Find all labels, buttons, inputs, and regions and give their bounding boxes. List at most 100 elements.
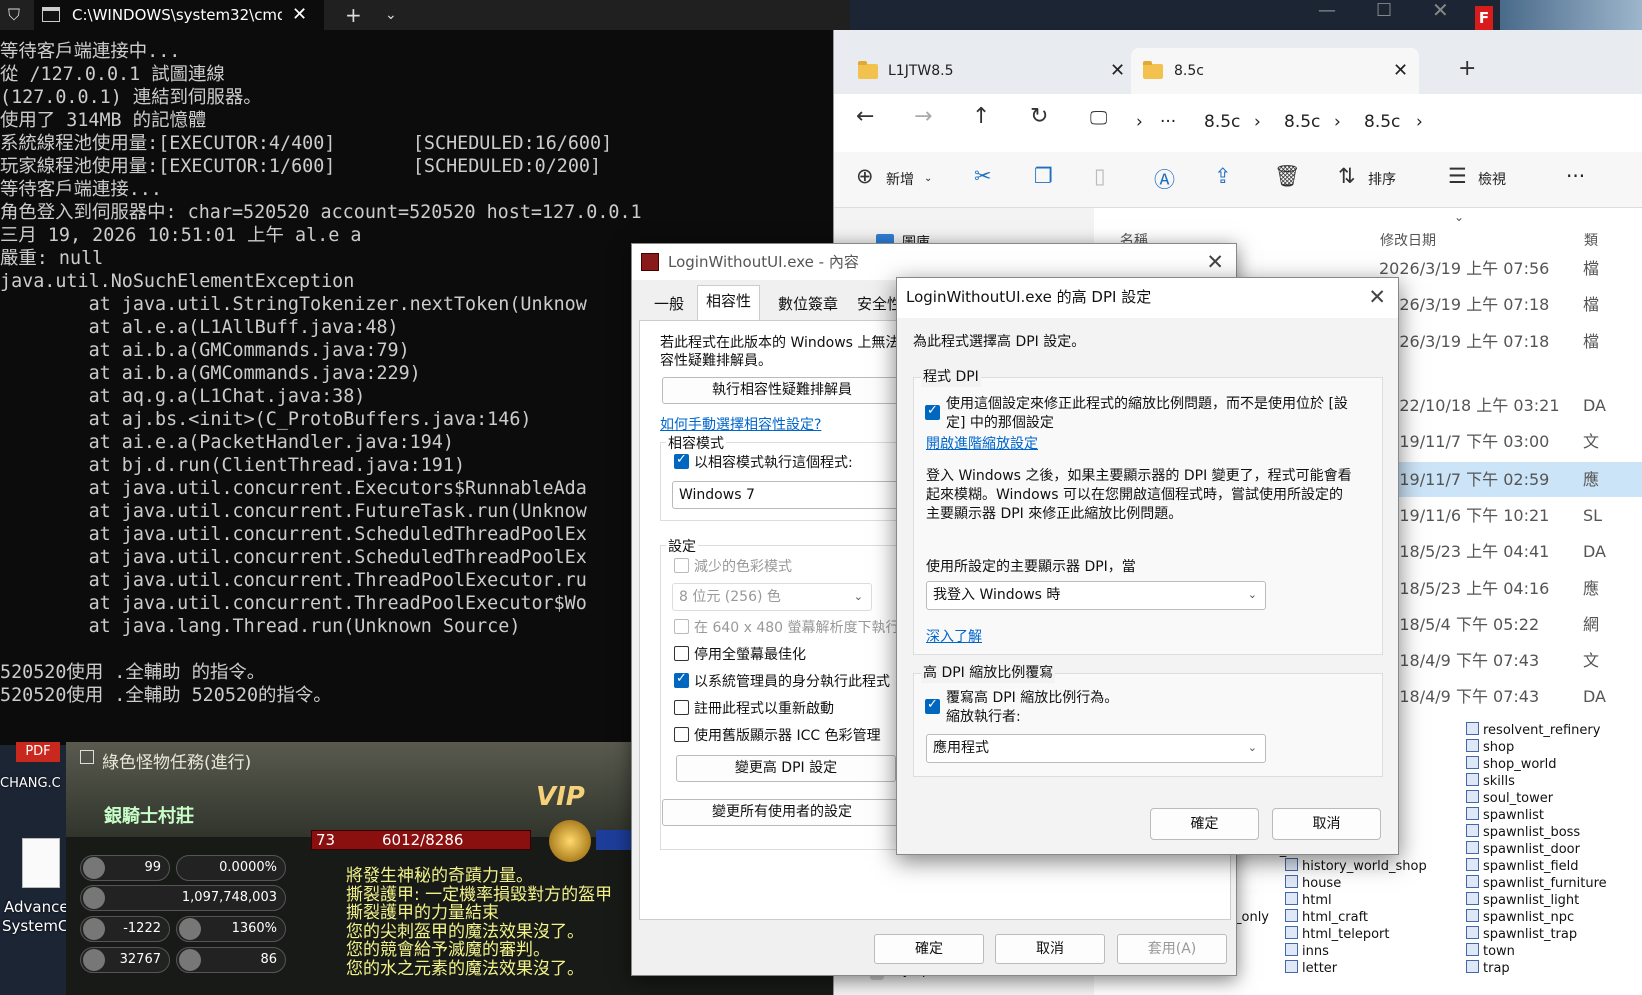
stat-pill: 1,097,748,003	[80, 885, 286, 911]
sort-button[interactable]: 排序	[1368, 169, 1396, 189]
learn-more-link[interactable]: 深入了解	[926, 626, 982, 646]
forward-arrow-icon[interactable]: →	[914, 104, 932, 129]
ok-button[interactable]: 確定	[874, 934, 984, 964]
tab-general[interactable]: 一般	[646, 289, 692, 319]
tray-app-icon[interactable]: F	[1475, 6, 1493, 30]
close-window-icon[interactable]: ✕	[1432, 0, 1449, 22]
cancel-button[interactable]: 取消	[1272, 808, 1381, 840]
close-tab-icon[interactable]: ✕	[1393, 48, 1408, 94]
new-tab-icon[interactable]: +	[1458, 56, 1476, 81]
list-item[interactable]: spawnlist_npc	[1466, 909, 1574, 925]
minimize-icon[interactable]: —	[1318, 0, 1336, 21]
list-item[interactable]: trap	[1466, 960, 1510, 976]
list-item[interactable]: soul_tower	[1466, 790, 1553, 806]
quest-tracker[interactable]: 綠色怪物任務(進行)	[102, 748, 251, 773]
new-button[interactable]: 新增	[886, 169, 914, 189]
column-header-type[interactable]: 類	[1584, 230, 1598, 250]
breadcrumb-item[interactable]: 8.5c	[1364, 112, 1400, 132]
list-item[interactable]: letter	[1285, 960, 1337, 976]
list-item[interactable]: spawnlist_boss	[1466, 824, 1580, 840]
explorer-tab-active[interactable]: 8.5c ✕	[1131, 48, 1419, 94]
terminal-line: at bj.d.run(ClientThread.java:191)	[0, 455, 466, 476]
list-item[interactable]: spawnlist	[1466, 807, 1544, 823]
change-all-users-button[interactable]: 變更所有使用者的設定	[662, 799, 902, 826]
chevron-right-icon[interactable]: ›	[1416, 112, 1423, 132]
stat-icon	[83, 918, 105, 940]
disable-fullscreen-checkbox[interactable]	[674, 646, 689, 661]
list-item[interactable]: html_craft	[1285, 909, 1368, 925]
list-item[interactable]: spawnlist_field	[1466, 858, 1579, 874]
terminal-tab[interactable]: C:\WINDOWS\system32\cmd. ✕	[34, 0, 324, 30]
list-item[interactable]: resolvent_refinery	[1466, 722, 1600, 738]
list-item[interactable]: shop	[1466, 739, 1514, 755]
breadcrumb-item[interactable]: 8.5c	[1204, 112, 1240, 132]
when-select[interactable]: 我登入 Windows 時 ⌄	[926, 581, 1266, 610]
performer-select[interactable]: 應用程式 ⌄	[926, 734, 1266, 763]
more-icon[interactable]: ···	[1160, 112, 1176, 132]
compat-os-select[interactable]: Windows 7	[672, 481, 912, 509]
list-item[interactable]: html	[1285, 892, 1332, 908]
list-item[interactable]: inns	[1285, 943, 1329, 959]
view-button[interactable]: 檢視	[1478, 169, 1506, 189]
list-item[interactable]: skills	[1466, 773, 1515, 789]
list-item[interactable]: history_world_shop	[1285, 858, 1427, 874]
list-item[interactable]: html_teleport	[1285, 926, 1389, 942]
list-item[interactable]: shop_world	[1466, 756, 1557, 772]
document-icon[interactable]	[22, 838, 60, 888]
desktop-label[interactable]: Advance	[4, 898, 69, 916]
close-icon[interactable]: ✕	[1206, 244, 1224, 280]
res-640-checkbox[interactable]	[674, 619, 689, 634]
refresh-icon[interactable]: ↻	[1030, 104, 1048, 129]
close-tab-icon[interactable]: ✕	[1110, 48, 1125, 94]
close-tab-icon[interactable]: ✕	[292, 0, 307, 30]
monitor-icon[interactable]: 🖵	[1090, 108, 1107, 129]
plus-circle-icon[interactable]: ⊕	[856, 164, 874, 188]
reduced-color-checkbox[interactable]	[674, 558, 689, 573]
compat-mode-checkbox[interactable]	[674, 452, 689, 469]
up-arrow-icon[interactable]: ↑	[972, 104, 990, 129]
cut-icon[interactable]: ✂	[974, 164, 992, 188]
tray-video-app-icon[interactable]	[1500, 0, 1642, 32]
more-options-icon[interactable]: ···	[1566, 164, 1585, 188]
list-item[interactable]: house	[1285, 875, 1341, 891]
color-depth-select[interactable]: 8 位元 (256) 色 ⌄	[672, 583, 872, 611]
pdf-icon[interactable]: PDF	[16, 742, 60, 762]
cancel-button[interactable]: 取消	[995, 934, 1105, 964]
tab-compatibility[interactable]: 相容性	[697, 285, 761, 321]
copy-icon[interactable]: ❐	[1034, 164, 1053, 188]
apply-button[interactable]: 套用(A)	[1117, 934, 1227, 964]
run-troubleshooter-button[interactable]: 執行相容性疑難排解員	[662, 377, 902, 404]
list-item[interactable]: spawnlist_light	[1466, 892, 1579, 908]
share-icon[interactable]: ⇪	[1214, 164, 1232, 188]
manual-settings-link[interactable]: 如何手動選擇相容性設定?	[660, 414, 821, 434]
list-item[interactable]: spawnlist_furniture	[1466, 875, 1607, 891]
column-header-date[interactable]: 修改日期	[1380, 230, 1436, 250]
legacy-icc-checkbox[interactable]	[674, 727, 689, 742]
program-dpi-checkbox[interactable]	[925, 403, 940, 420]
maximize-icon[interactable]: ☐	[1376, 0, 1392, 21]
run-as-admin-checkbox[interactable]	[674, 671, 689, 688]
close-icon[interactable]: ✕	[1368, 278, 1386, 316]
back-arrow-icon[interactable]: ←	[856, 104, 874, 129]
view-icon[interactable]: ☰	[1448, 164, 1467, 188]
explorer-tab[interactable]: L1JTW8.5 ✕	[834, 48, 1125, 94]
delete-icon[interactable]: 🗑	[1274, 164, 1301, 189]
chevron-down-icon[interactable]: ⌄	[385, 0, 397, 30]
advanced-scaling-link[interactable]: 開啟進階縮放設定	[926, 433, 1038, 453]
new-tab-icon[interactable]: +	[345, 0, 362, 30]
rename-icon[interactable]: Ⓐ	[1154, 164, 1175, 194]
chevron-down-icon[interactable]: ⌄	[924, 173, 932, 184]
override-checkbox[interactable]	[925, 697, 940, 714]
register-restart-checkbox[interactable]	[674, 700, 689, 715]
desktop-label[interactable]: CHANG.C	[0, 776, 61, 791]
list-item[interactable]: spawnlist_door	[1466, 841, 1580, 857]
sort-icon[interactable]: ⇅	[1338, 164, 1356, 188]
change-dpi-button[interactable]: 變更高 DPI 設定	[676, 755, 896, 782]
stat-pill: -1222	[80, 916, 170, 942]
list-item[interactable]: spawnlist_trap	[1466, 926, 1577, 942]
breadcrumb-item[interactable]: 8.5c	[1284, 112, 1320, 132]
tab-digital-signatures[interactable]: 數位簽章	[770, 289, 846, 319]
paste-icon[interactable]: ▯	[1094, 164, 1106, 188]
ok-button[interactable]: 確定	[1150, 808, 1259, 840]
list-item[interactable]: town	[1466, 943, 1515, 959]
